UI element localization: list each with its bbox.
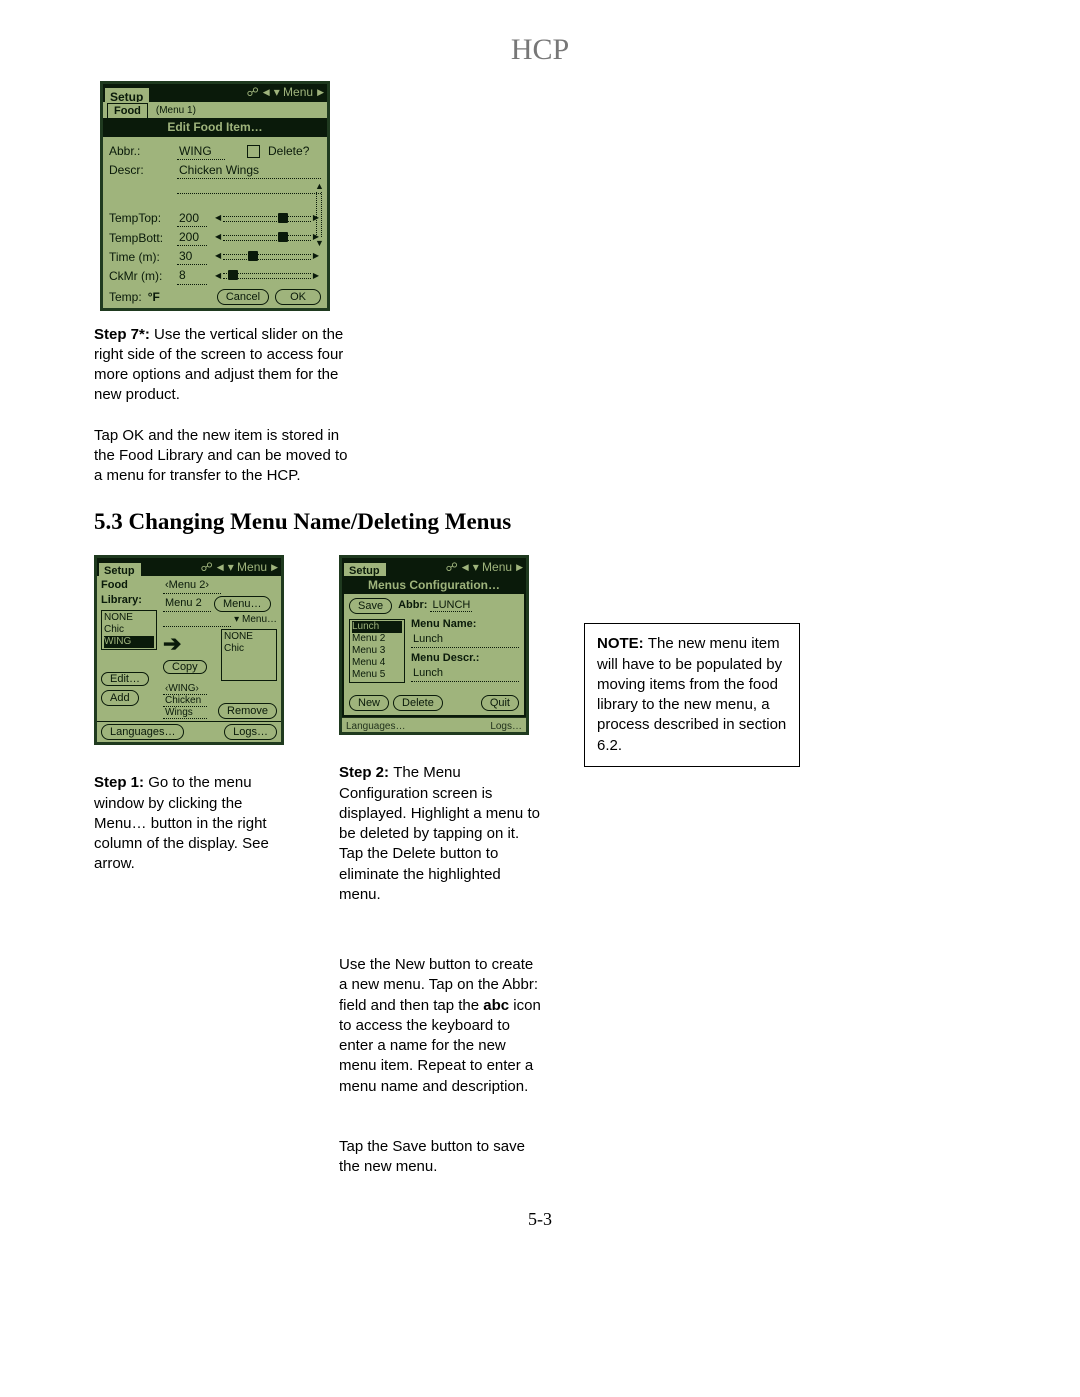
copy-button[interactable]: Copy [163, 660, 207, 674]
menu-dd-secondary[interactable]: ▾ Menu… [234, 613, 277, 627]
list-item: WING [104, 636, 154, 648]
languages-button-bg: Languages… [346, 720, 406, 734]
page-header: HCP [94, 30, 986, 71]
behind-tab-label: (Menu 1) [156, 104, 196, 118]
menu-descr-input[interactable]: Lunch [411, 666, 519, 682]
step2-para: Step 2: The Menu Configuration screen is… [339, 763, 544, 905]
cancel-button[interactable]: Cancel [217, 289, 269, 305]
time-slider[interactable]: ◀▶ [213, 251, 321, 263]
sel-item: ‹WING› [163, 683, 207, 695]
list-item: Chic [224, 643, 274, 655]
sel-item-descr: Chicken [163, 695, 207, 707]
descr-label: Descr: [109, 162, 171, 178]
edit-button[interactable]: Edit… [101, 672, 149, 686]
delete-button[interactable]: Delete [393, 695, 443, 711]
sync-icon: ☍ [446, 559, 458, 575]
food-library-screen: Setup ☍ ◀ ▾ Menu ▶ Food Library: [94, 555, 284, 745]
sync-icon: ☍ [247, 84, 259, 100]
sync-icon: ☍ [201, 559, 213, 575]
abbr-input[interactable]: LUNCH [430, 599, 472, 612]
tempbott-slider[interactable]: ◀▶ [213, 232, 321, 244]
menu-dropdown[interactable]: ▾ Menu [274, 84, 313, 100]
temptop-slider[interactable]: ◀▶ [213, 213, 321, 225]
next-icon[interactable]: ▶ [317, 86, 324, 98]
delete-label: Delete? [268, 143, 309, 159]
list-item: Lunch [352, 621, 402, 633]
lib-link1[interactable]: ‹Menu 2› [163, 578, 221, 594]
menu-descr-label: Menu Descr.: [411, 652, 479, 664]
mid-para1: Use the New button to create a new menu.… [339, 955, 544, 1097]
quit-button[interactable]: Quit [481, 695, 519, 711]
lib-link2[interactable]: Menu 2 [163, 596, 211, 612]
mid-para2: Tap the Save button to save the new menu… [339, 1137, 544, 1178]
library-label: Library: [101, 594, 142, 606]
ckmr-slider[interactable]: ◀▶ [213, 270, 321, 282]
next-icon[interactable]: ▶ [271, 561, 278, 573]
left-list[interactable]: NONE Chic WING [101, 610, 157, 650]
save-button[interactable]: Save [349, 598, 392, 614]
modal-title: Menus Configuration… [342, 576, 526, 594]
setup-tab[interactable]: Setup [97, 561, 143, 577]
next-icon[interactable]: ▶ [516, 561, 523, 573]
modal-title: Edit Food Item… [103, 118, 327, 136]
menu-dropdown[interactable]: ▾ Menu [228, 559, 267, 575]
abbr-input[interactable]: WING [177, 143, 225, 160]
food-tab[interactable]: Food [107, 103, 148, 119]
vertical-slider[interactable]: ▲▼ [315, 180, 323, 250]
list-item: Menu 3 [352, 645, 402, 657]
page-number: 5-3 [94, 1207, 986, 1231]
menus-config-screen: Setup ☍ ◀ ▾ Menu ▶ Menus Configuration… … [339, 555, 529, 735]
menu-dropdown[interactable]: ▾ Menu [473, 559, 512, 575]
menu-name-label: Menu Name: [411, 618, 476, 630]
step7-para1: Step 7*: Use the vertical slider on the … [94, 325, 354, 406]
step7-para2: Tap OK and the new item is stored in the… [94, 426, 354, 487]
prev-icon[interactable]: ◀ [217, 561, 224, 573]
time-value[interactable]: 30 [177, 248, 207, 265]
temptop-label: TempTop: [109, 210, 171, 226]
right-list[interactable]: NONE Chic [221, 629, 277, 681]
temptop-value[interactable]: 200 [177, 210, 207, 227]
list-item: Menu 2 [352, 633, 402, 645]
list-item: Menu 5 [352, 669, 402, 681]
temp-unit: °F [148, 289, 160, 305]
abbr-label: Abbr: [398, 599, 427, 611]
tempbott-label: TempBott: [109, 230, 171, 246]
ckmr-label: CkMr (m): [109, 268, 171, 284]
descr-input-line2[interactable] [177, 181, 321, 194]
list-item: NONE [224, 631, 274, 643]
ckmr-value[interactable]: 8 [177, 267, 207, 284]
descr-input[interactable]: Chicken Wings [177, 162, 321, 179]
ok-button[interactable]: OK [275, 289, 321, 305]
list-item: Chic [104, 624, 154, 636]
time-label: Time (m): [109, 249, 171, 265]
section-heading: 5.3 Changing Menu Name/Deleting Menus [94, 506, 986, 537]
menu-list[interactable]: Lunch Menu 2 Menu 3 Menu 4 Menu 5 [349, 619, 405, 683]
food-label: Food [101, 579, 128, 591]
new-button[interactable]: New [349, 695, 389, 711]
menu-name-input[interactable]: Lunch [411, 632, 519, 648]
note-box: NOTE: The new menu item will have to be … [584, 623, 800, 767]
copy-arrow-icon: ➔ [163, 629, 217, 659]
abbr-label: Abbr.: [109, 143, 171, 159]
setup-tab[interactable]: Setup [342, 561, 388, 577]
step1-para: Step 1: Go to the menu window by clickin… [94, 773, 299, 874]
remove-button[interactable]: Remove [218, 703, 277, 719]
logs-button-bg: Logs… [490, 720, 522, 734]
menu-button[interactable]: Menu… [214, 596, 271, 612]
prev-icon[interactable]: ◀ [263, 86, 270, 98]
prev-icon[interactable]: ◀ [462, 561, 469, 573]
delete-checkbox[interactable] [247, 145, 260, 158]
languages-button[interactable]: Languages… [101, 724, 184, 740]
list-item: NONE [104, 612, 154, 624]
setup-tab[interactable]: Setup [103, 86, 151, 102]
add-button[interactable]: Add [101, 690, 139, 706]
list-item: Menu 4 [352, 657, 402, 669]
temp-label: Temp: [109, 289, 142, 305]
logs-button[interactable]: Logs… [224, 724, 277, 740]
tempbott-value[interactable]: 200 [177, 229, 207, 246]
edit-food-item-screen: Setup ☍ ◀ ▾ Menu ▶ Food (Menu 1) Edit Fo… [100, 81, 330, 311]
sel-item-descr2: Wings [163, 707, 207, 719]
